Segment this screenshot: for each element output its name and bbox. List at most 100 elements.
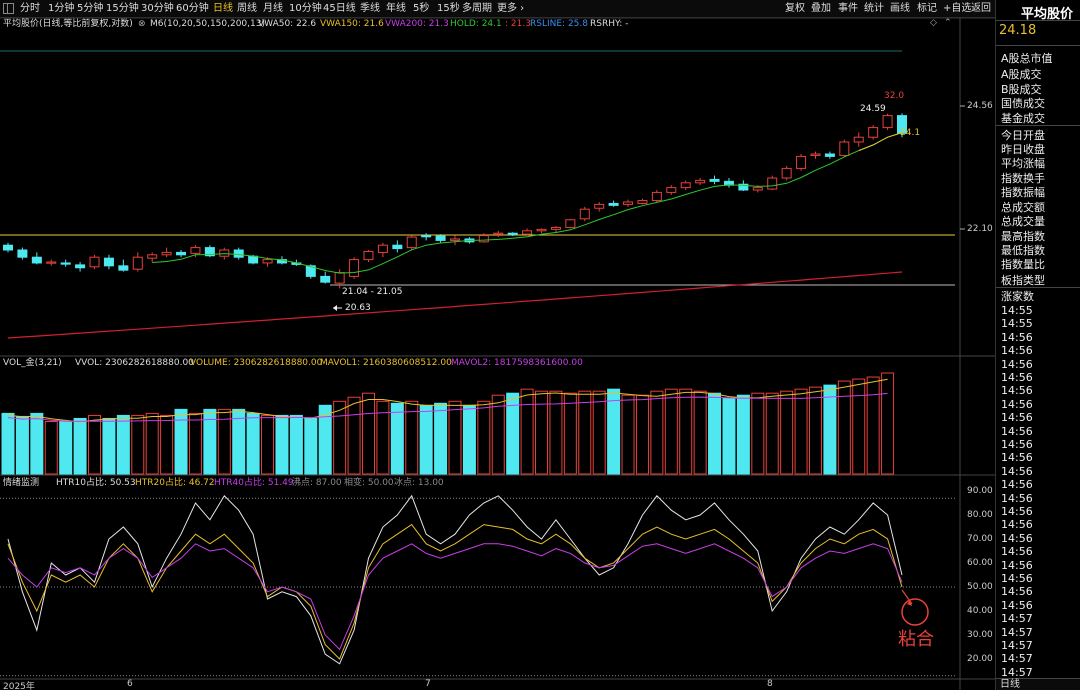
candle-down <box>709 178 720 182</box>
candle-down <box>320 275 331 283</box>
volume-bar-down <box>823 384 837 475</box>
candle-up <box>796 155 807 169</box>
volume-bar-up <box>837 380 851 475</box>
candle-up <box>623 201 634 205</box>
tick-time: 14:56 <box>1001 384 1033 398</box>
sidebar-field: 基金成交 <box>1001 112 1045 125</box>
last-price-label: 24.59 <box>860 104 886 114</box>
volume-bar-down <box>419 404 433 475</box>
high-label: 32.0 <box>884 91 905 101</box>
ma-line-red <box>7 271 903 339</box>
candle-down <box>248 255 259 264</box>
htr-axis-tick: 70.00 <box>967 534 993 544</box>
volume-panel <box>1 372 895 475</box>
tick-time: 14:57 <box>1001 625 1033 639</box>
tick-time: 14:56 <box>1001 330 1033 344</box>
candle-up <box>377 244 388 253</box>
candle-up <box>406 236 417 249</box>
htr-panel <box>0 494 955 677</box>
chart-canvas[interactable] <box>0 0 995 690</box>
sidebar-field: 涨家数 <box>1001 290 1034 303</box>
annotation-circle <box>901 598 929 626</box>
candle-up <box>853 136 864 143</box>
candle-down <box>3 244 13 251</box>
range-label: 21.04 - 21.05 <box>342 287 403 297</box>
candle-up <box>363 250 374 261</box>
volume-bar-down <box>116 414 130 475</box>
volume-indicator-name: VOL_金(3,21) <box>3 358 62 368</box>
volume-bar-down <box>15 415 29 475</box>
quote-sidebar: 平均股价 24.18 A股总市值 A股成交 B股成交 国债成交 基金成交 今日开盘 昨日收盘… <box>995 0 1080 690</box>
tick-time: 14:56 <box>1001 371 1033 384</box>
volume-bar-down <box>289 414 303 475</box>
volume-bar-up <box>160 414 174 475</box>
tick-time: 14:56 <box>1001 357 1033 371</box>
mavol2-value: MAVOL2: 1817598361600.00 <box>451 358 583 368</box>
volume-bar-down <box>59 420 73 475</box>
volume-bar-up <box>347 396 361 475</box>
vvol-value: VVOL: 2306282618880.00 <box>75 358 194 368</box>
tick-time: 14:55 <box>1001 317 1033 331</box>
candle-up <box>868 127 879 138</box>
volume-bar-down <box>174 408 188 475</box>
volume-bar-up <box>131 414 145 475</box>
volume-bar-up <box>261 414 275 475</box>
htr-axis-tick: 90.00 <box>967 486 993 496</box>
candle-down <box>75 264 86 269</box>
volume-bar-up <box>145 412 159 475</box>
candle-up <box>450 238 460 241</box>
candle-up <box>349 259 360 277</box>
price-panel <box>3 113 907 339</box>
volume-bar-down <box>736 394 750 475</box>
tick-time: 14:56 <box>1001 491 1033 505</box>
candle-up <box>565 219 576 228</box>
tick-time: 14:57 <box>1001 612 1033 626</box>
sidebar-field: 板指类型 <box>1001 274 1045 287</box>
volume-bar-down <box>390 402 404 475</box>
htr-axis-tick: 60.00 <box>967 558 993 568</box>
ma-line-green <box>152 132 903 274</box>
volume-bar-up <box>852 378 866 475</box>
sidebar-price: 24.18 <box>999 23 1037 38</box>
divider <box>996 45 1080 46</box>
htr-axis-tick: 50.00 <box>967 582 993 592</box>
volume-bar-up <box>780 390 794 475</box>
candle-up <box>478 235 489 243</box>
volume-bar-up <box>578 390 592 475</box>
tick-time: 14:56 <box>1001 451 1033 465</box>
divider <box>996 20 1080 21</box>
ice-value: 冰点: 13.00 <box>394 478 444 488</box>
volume-bar-down <box>607 388 621 475</box>
candle-down <box>392 244 403 250</box>
period-label[interactable]: 日线 <box>996 678 1080 690</box>
htr10-value: HTR10占比: 50.53 <box>56 478 136 488</box>
candle-down <box>233 249 244 258</box>
volume-bar-down <box>275 414 289 475</box>
htr-axis-tick: 20.00 <box>967 654 993 664</box>
htr20-value: HTR20占比: 46.72 <box>135 478 215 488</box>
candle-down <box>435 235 446 241</box>
candle-up <box>810 153 821 156</box>
volume-bar-up <box>866 376 880 475</box>
x-axis-label: 2025年 <box>3 682 35 690</box>
volume-bar-up <box>88 414 102 475</box>
volume-bar-up <box>881 372 895 475</box>
volume-bar-up <box>621 394 635 475</box>
volume-bar-down <box>304 417 318 475</box>
sidebar-field: 总成交量 <box>1001 215 1045 228</box>
candle-up <box>839 141 850 156</box>
divider <box>996 125 1080 126</box>
candle-up <box>161 251 172 256</box>
tick-time: 14:56 <box>1001 585 1033 599</box>
x-axis-label: 8 <box>767 679 773 689</box>
volume-bar-down <box>462 404 476 475</box>
volume-bar-up <box>794 388 808 475</box>
volume-bar-down <box>1 412 15 475</box>
volume-bar-down <box>434 402 448 475</box>
candle-up <box>536 228 547 232</box>
htr-axis-tick: 40.00 <box>967 606 993 616</box>
tick-time: 14:57 <box>1001 652 1033 666</box>
tick-time: 14:56 <box>1001 572 1033 585</box>
sidebar-field: 指数量比 <box>1001 258 1045 271</box>
tick-time: 14:56 <box>1001 438 1033 451</box>
